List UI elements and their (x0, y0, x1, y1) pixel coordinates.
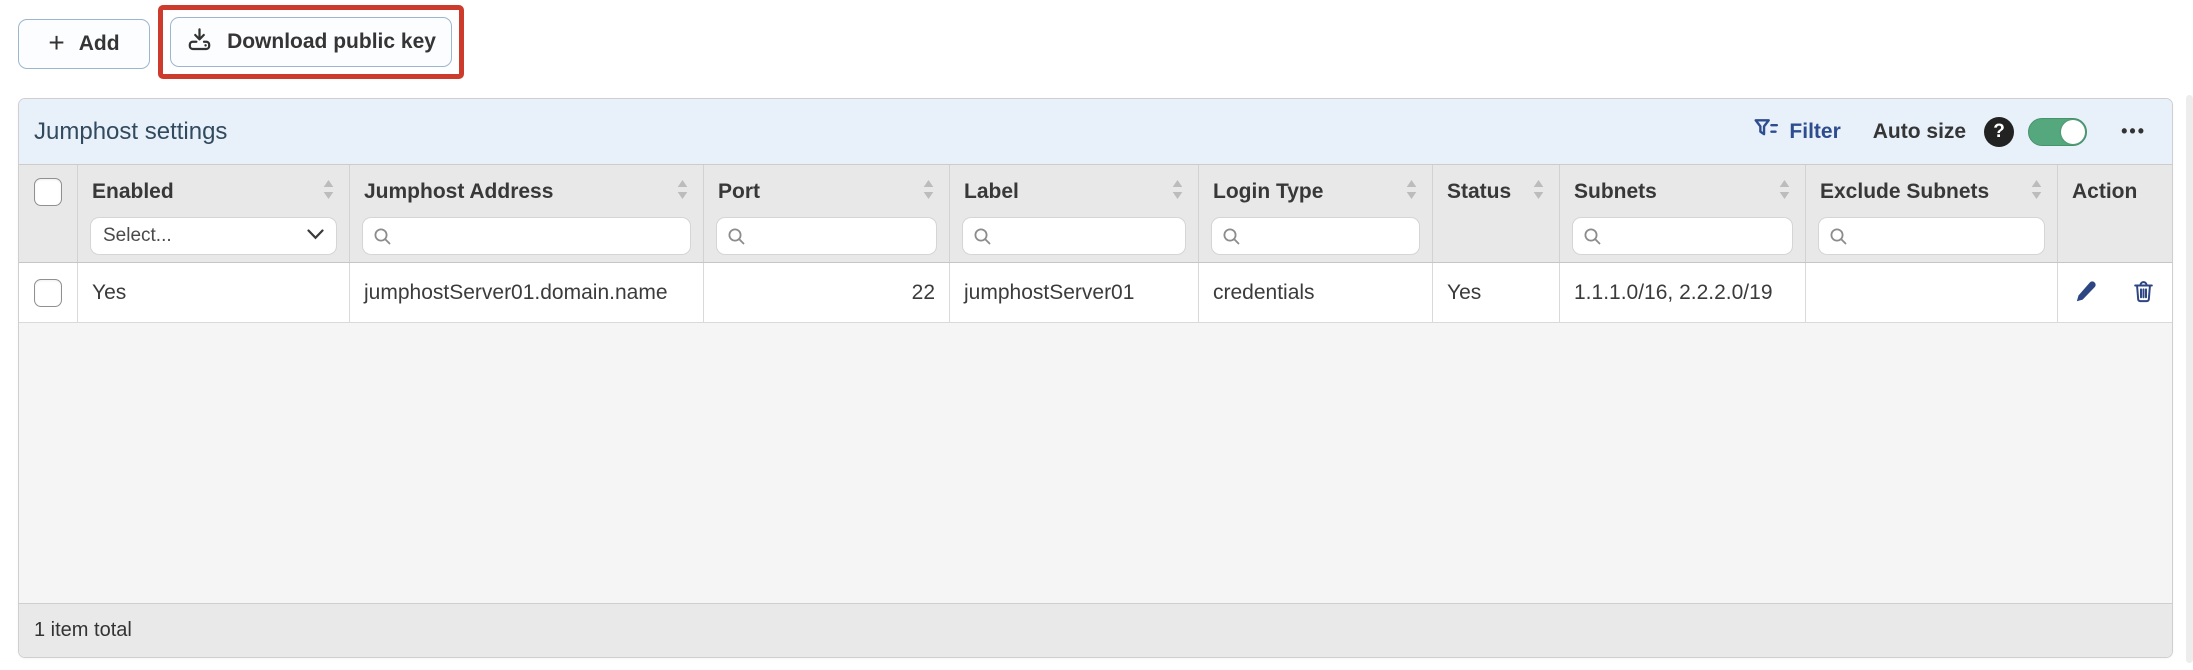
cell-login-type: credentials (1199, 263, 1433, 322)
help-icon[interactable]: ? (1984, 117, 2014, 147)
cell-status: Yes (1433, 263, 1560, 322)
table-row: Yes jumphostServer01.domain.name 22 jump… (19, 263, 2172, 323)
column-label-action: Action (2072, 180, 2137, 204)
table-empty-body (19, 323, 2172, 603)
header-cell-action: Action (2058, 165, 2172, 262)
sort-icon[interactable] (922, 178, 935, 207)
jumphost-settings-panel: Jumphost settings Filter Auto size ? (18, 98, 2173, 658)
toggle-knob (2061, 120, 2085, 144)
column-label-port: Port (718, 180, 760, 204)
sort-icon[interactable] (1778, 178, 1791, 207)
exclude-subnets-filter-input[interactable] (1818, 217, 2045, 255)
label-filter-input[interactable] (962, 217, 1186, 255)
edit-button[interactable] (2072, 277, 2101, 309)
plus-icon: + (48, 29, 64, 57)
row-checkbox[interactable] (34, 279, 62, 307)
add-button-label: Add (79, 32, 120, 56)
port-filter-input[interactable] (716, 217, 937, 255)
header-cell-port: Port (704, 165, 950, 262)
select-all-checkbox[interactable] (34, 178, 62, 206)
select-placeholder: Select... (103, 225, 172, 247)
column-label-status: Status (1447, 180, 1511, 204)
item-total-text: 1 item total (34, 619, 132, 642)
sort-icon[interactable] (322, 178, 335, 207)
cell-subnets: 1.1.1.0/16, 2.2.2.0/19 (1560, 263, 1806, 322)
screen: + Add Download public key Jumphost setti… (0, 0, 2193, 670)
header-cell-subnets: Subnets (1560, 165, 1806, 262)
sort-icon[interactable] (1405, 178, 1418, 207)
header-cell-select-all (19, 165, 78, 262)
subnets-filter-input[interactable] (1572, 217, 1793, 255)
cell-label: jumphostServer01 (950, 263, 1199, 322)
download-button-label: Download public key (227, 30, 436, 54)
column-label-login-type: Login Type (1213, 180, 1323, 204)
trash-icon (2131, 279, 2156, 307)
filter-icon (1753, 116, 1779, 147)
column-label-label: Label (964, 180, 1019, 204)
pencil-icon (2074, 279, 2099, 307)
page-scrollbar[interactable] (2186, 95, 2193, 663)
titlebar-controls: Filter Auto size ? ••• (1753, 116, 2146, 147)
column-label-exclude-subnets: Exclude Subnets (1820, 180, 1989, 204)
header-cell-label: Label (950, 165, 1199, 262)
cell-port: 22 (704, 263, 950, 322)
filter-button[interactable]: Filter (1753, 116, 1840, 147)
more-menu-icon[interactable]: ••• (2121, 121, 2146, 142)
download-public-key-button[interactable]: Download public key (170, 17, 452, 67)
sort-icon[interactable] (2030, 178, 2043, 207)
header-cell-login-type: Login Type (1199, 165, 1433, 262)
header-cell-status: Status (1433, 165, 1560, 262)
delete-button[interactable] (2129, 277, 2158, 309)
sort-icon[interactable] (1171, 178, 1184, 207)
cell-exclude-subnets (1806, 263, 2058, 322)
enabled-filter-select[interactable]: Select... (90, 217, 337, 255)
header-cell-exclude-subnets: Exclude Subnets (1806, 165, 2058, 262)
autosize-label: Auto size (1873, 120, 1966, 144)
sort-icon[interactable] (676, 178, 689, 207)
column-label-jumphost-address: Jumphost Address (364, 180, 553, 204)
panel-title: Jumphost settings (34, 118, 227, 146)
column-label-enabled: Enabled (92, 180, 174, 204)
autosize-toggle[interactable] (2028, 118, 2087, 146)
row-select-cell (19, 263, 78, 322)
header-cell-enabled: Enabled Select... (78, 165, 350, 262)
column-label-subnets: Subnets (1574, 180, 1657, 204)
jumphost-address-filter-input[interactable] (362, 217, 691, 255)
table-footer: 1 item total (19, 603, 2172, 657)
sort-icon[interactable] (1532, 178, 1545, 207)
add-button[interactable]: + Add (18, 19, 150, 69)
cell-action (2058, 263, 2172, 322)
chevron-down-icon (307, 227, 324, 245)
filter-label: Filter (1789, 120, 1840, 144)
panel-titlebar: Jumphost settings Filter Auto size ? (19, 99, 2172, 164)
login-type-filter-input[interactable] (1211, 217, 1420, 255)
download-icon (186, 26, 213, 59)
cell-jumphost-address: jumphostServer01.domain.name (350, 263, 704, 322)
cell-enabled: Yes (78, 263, 350, 322)
table-header-row: Enabled Select... Jumphost Ad (19, 164, 2172, 263)
header-cell-jumphost-address: Jumphost Address (350, 165, 704, 262)
